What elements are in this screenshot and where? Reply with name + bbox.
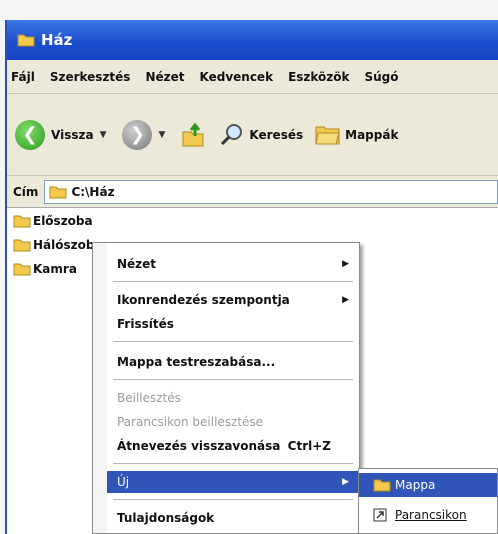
menu-item-properties[interactable]: Tulajdonságok [107, 507, 359, 529]
folder-icon [373, 479, 391, 492]
shortcut-icon [373, 508, 387, 522]
folder-icon [49, 186, 67, 198]
new-submenu: Mappa Parancsikon [358, 468, 498, 534]
folder-name: Kamra [33, 262, 77, 276]
back-label: Vissza [51, 127, 94, 142]
menu-icon-strip [93, 243, 107, 533]
title-bar[interactable]: Ház [7, 20, 498, 60]
search-label: Keresés [249, 127, 304, 142]
menu-item-undo-rename[interactable]: Átnevezés visszavonása Ctrl+Z [107, 435, 359, 457]
menu-item-label: Frissítés [117, 317, 174, 331]
menu-view[interactable]: Nézet [145, 70, 184, 84]
menu-item-arrange[interactable]: Ikonrendezés szempontja ▶ [107, 289, 359, 311]
menu-item-customize[interactable]: Mappa testreszabása... [107, 351, 359, 373]
menu-item-label: Parancsikon [395, 508, 467, 522]
submenu-arrow-icon: ▶ [342, 477, 349, 487]
menu-favorites[interactable]: Kedvencek [200, 70, 274, 84]
menu-item-label: Ikonrendezés szempontja [117, 293, 290, 307]
submenu-arrow-icon: ▶ [342, 259, 349, 269]
menu-item-paste[interactable]: Beillesztés [107, 387, 359, 409]
forward-button[interactable]: ❯ ▼ [122, 119, 173, 150]
menu-item-shortcut: Ctrl+Z [287, 439, 331, 453]
menu-item-label: Mappa [395, 478, 436, 492]
menu-help[interactable]: Súgó [365, 70, 399, 84]
menu-item-label: Átnevezés visszavonása [117, 439, 281, 453]
address-input[interactable]: C:\Ház [44, 179, 498, 204]
menu-item-view[interactable]: Nézet ▶ [107, 253, 359, 275]
folder-icon [13, 239, 31, 252]
address-value: C:\Ház [71, 184, 115, 199]
menu-bar: Fájl Szerkesztés Nézet Kedvencek Eszközö… [7, 60, 498, 94]
address-label: Cím [13, 184, 39, 199]
back-dropdown-icon[interactable]: ▼ [100, 130, 107, 140]
menu-item-label: Új [117, 475, 130, 489]
menu-separator [113, 341, 353, 342]
folders-icon [315, 126, 340, 144]
up-folder-icon [182, 122, 204, 146]
folders-label: Mappák [345, 127, 399, 142]
submenu-item-folder[interactable]: Mappa [359, 473, 497, 497]
submenu-arrow-icon: ▶ [342, 295, 349, 305]
toolbar: ❮ Vissza ▼ ❯ ▼ Keresés Mappák [7, 94, 498, 176]
window-title: Ház [41, 31, 73, 49]
submenu-item-shortcut[interactable]: Parancsikon [359, 503, 497, 527]
search-button[interactable]: Keresés [219, 122, 303, 148]
menu-edit[interactable]: Szerkesztés [50, 70, 131, 84]
menu-item-new[interactable]: Új ▶ [107, 471, 359, 493]
folder-item[interactable]: Előszoba [13, 214, 93, 228]
up-folder-button[interactable] [181, 122, 205, 148]
folders-button[interactable]: Mappák [315, 124, 398, 146]
menu-item-paste-shortcut[interactable]: Parancsikon beillesztése [107, 411, 359, 433]
menu-item-label: Tulajdonságok [117, 511, 215, 525]
menu-item-label: Mappa testreszabása... [117, 355, 276, 369]
menu-separator [113, 379, 353, 380]
menu-item-label: Beillesztés [117, 391, 181, 405]
folder-icon [17, 34, 35, 47]
address-bar: Cím C:\Ház [7, 176, 498, 208]
back-button[interactable]: ❮ Vissza ▼ [15, 119, 114, 150]
menu-separator [113, 281, 353, 282]
menu-item-refresh[interactable]: Frissítés [107, 313, 359, 335]
forward-dropdown-icon[interactable]: ▼ [158, 130, 165, 140]
back-arrow-icon: ❮ [15, 119, 45, 150]
menu-separator [113, 499, 353, 500]
menu-tools[interactable]: Eszközök [288, 70, 349, 84]
context-menu: Nézet ▶ Ikonrendezés szempontja ▶ Frissí… [92, 242, 360, 534]
search-icon [221, 123, 243, 145]
menu-item-label: Parancsikon beillesztése [117, 415, 264, 429]
folder-icon [13, 215, 31, 228]
folder-name: Előszoba [33, 214, 93, 228]
menu-separator [113, 463, 353, 464]
folder-icon [13, 263, 31, 276]
folder-item[interactable]: Hálószoba [13, 238, 103, 252]
folder-item[interactable]: Kamra [13, 262, 77, 276]
menu-item-label: Nézet [117, 257, 157, 271]
forward-arrow-icon: ❯ [122, 119, 153, 150]
menu-file[interactable]: Fájl [11, 70, 35, 84]
